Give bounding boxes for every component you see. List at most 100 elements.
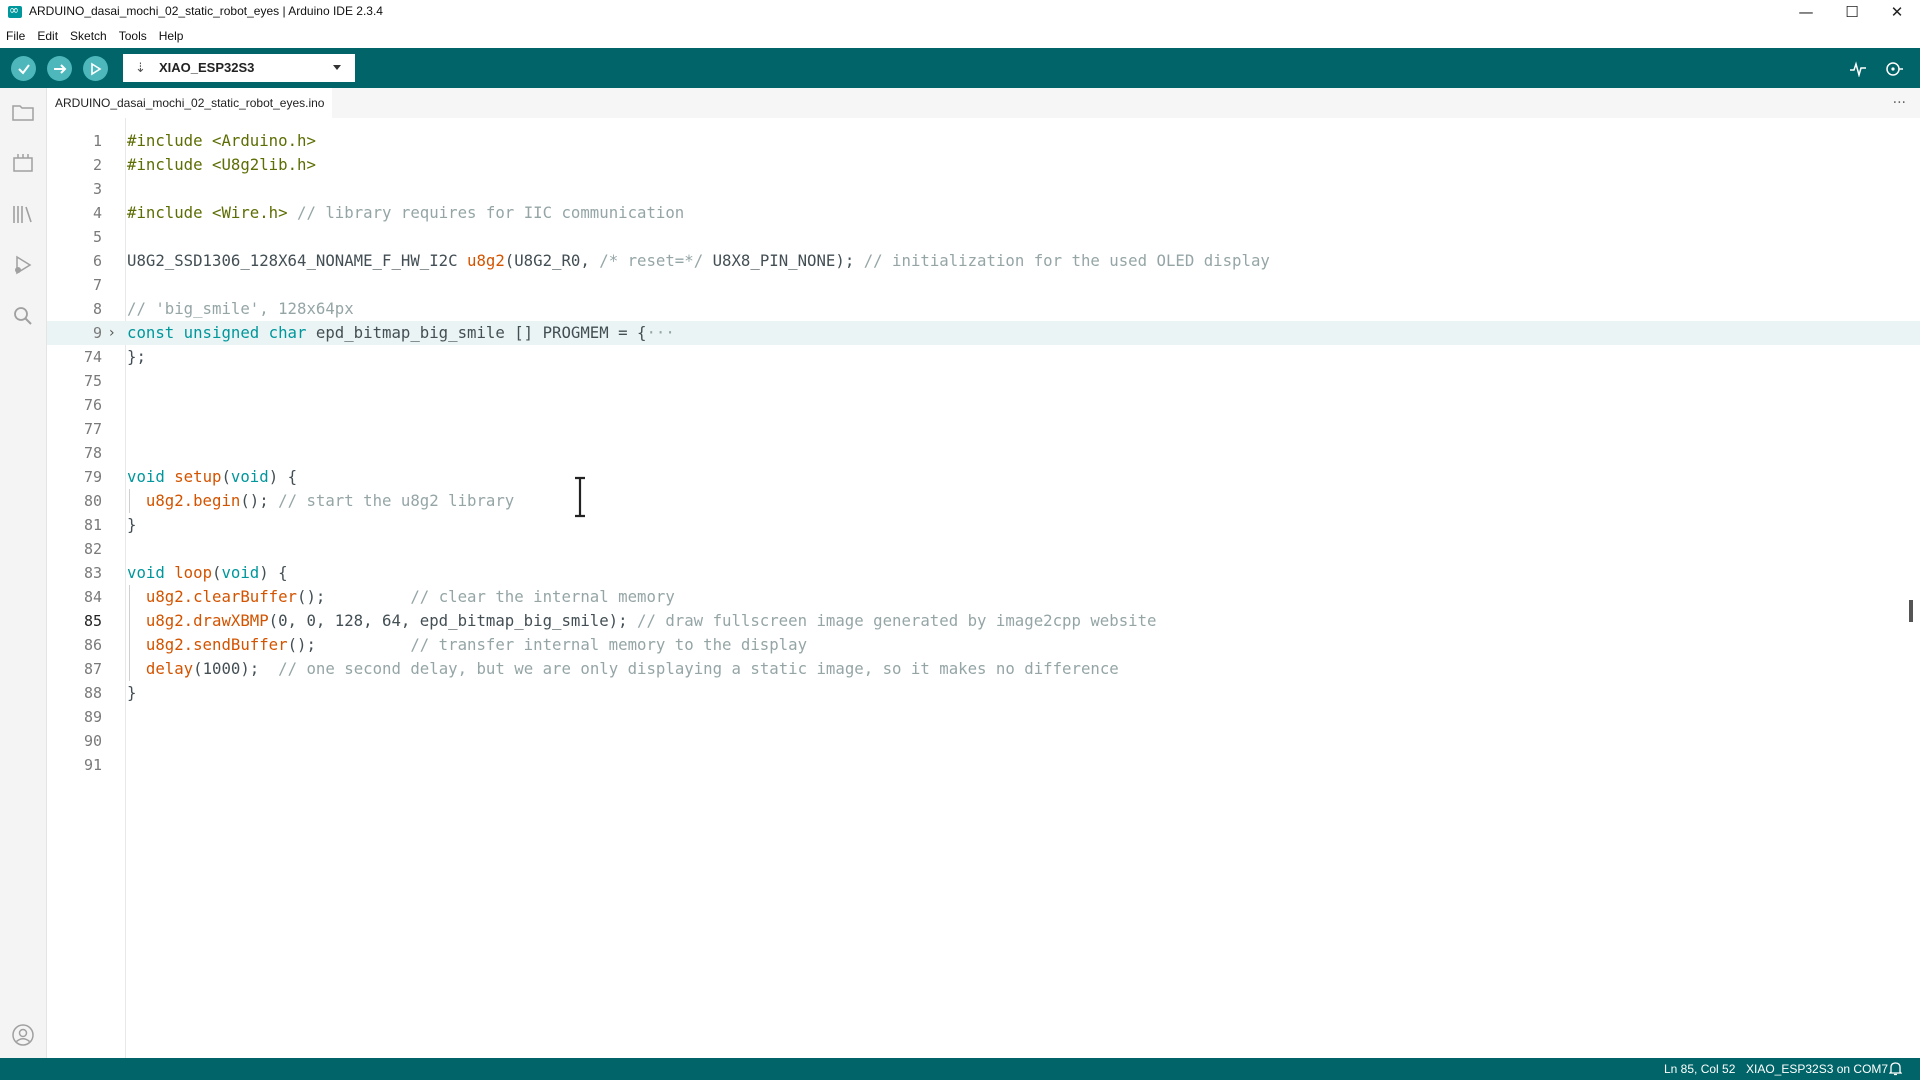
code-line[interactable]: 80 u8g2.begin(); // start the u8g2 libra… — [47, 489, 1920, 513]
serial-plotter-button[interactable] — [1847, 58, 1869, 80]
minimize-button[interactable]: — — [1783, 0, 1829, 24]
code-line[interactable]: 78 — [47, 441, 1920, 465]
code-line[interactable]: 5 — [47, 225, 1920, 249]
debug-icon — [90, 62, 102, 75]
menu-file[interactable]: File — [6, 29, 25, 43]
board-selector[interactable]: ⇣ XIAO_ESP32S3 — [123, 54, 355, 82]
line-number: 7 — [92, 276, 102, 294]
boards-manager-button[interactable] — [10, 150, 36, 176]
more-options-icon[interactable]: ··· — [1893, 95, 1906, 111]
line-number: 86 — [83, 636, 102, 654]
code-token: // start the u8g2 library — [278, 491, 515, 510]
code-line[interactable]: 77 — [47, 417, 1920, 441]
code-line[interactable]: 87 delay(1000); // one second delay, but… — [47, 657, 1920, 681]
code-token: void — [230, 467, 269, 486]
maximize-button[interactable]: ☐ — [1829, 0, 1875, 24]
text-cursor-icon — [575, 476, 585, 518]
code-text: void loop(void) { — [127, 561, 288, 585]
code-token: // library requires for IIC communicatio… — [287, 203, 685, 222]
code-line[interactable]: 3 — [47, 177, 1920, 201]
code-token: (); — [287, 635, 411, 654]
code-token: (1000); — [193, 659, 279, 678]
line-number: 91 — [83, 756, 102, 774]
code-line[interactable]: 8 // 'big_smile', 128x64px — [47, 297, 1920, 321]
code-token: ( — [221, 467, 231, 486]
cursor-position[interactable]: Ln 85, Col 52 — [1664, 1062, 1735, 1076]
code-token: // one second delay, but we are only dis… — [278, 659, 1119, 678]
serial-monitor-button[interactable] — [1883, 58, 1905, 80]
menu-sketch[interactable]: Sketch — [70, 29, 107, 43]
debug-panel-button[interactable] — [10, 252, 36, 278]
code-text: delay(1000); // one second delay, but we… — [127, 657, 1119, 681]
code-line[interactable]: 79 void setup(void) { — [47, 465, 1920, 489]
code-line[interactable]: 7 — [47, 273, 1920, 297]
title-bar: ARDUINO_dasai_mochi_02_static_robot_eyes… — [0, 0, 1920, 24]
code-token: (); — [297, 587, 411, 606]
upload-button[interactable] — [47, 56, 72, 81]
close-button[interactable]: ✕ — [1874, 0, 1920, 24]
board-manager-icon — [13, 154, 33, 172]
board-port-status[interactable]: XIAO_ESP32S3 on COM7 — [1746, 1062, 1888, 1076]
code-token: u8g2.sendBuffer — [145, 635, 288, 654]
library-icon — [13, 206, 32, 223]
code-text: } — [127, 513, 136, 537]
notifications-button[interactable] — [1888, 1061, 1903, 1079]
code-line[interactable]: 76 — [47, 393, 1920, 417]
code-token: <Arduino.h> — [212, 131, 316, 150]
code-line[interactable]: 82 — [47, 537, 1920, 561]
debug-icon — [15, 255, 32, 275]
account-button[interactable] — [10, 1022, 36, 1048]
menu-edit[interactable]: Edit — [37, 29, 58, 43]
library-manager-button[interactable] — [10, 201, 36, 227]
code-text: } — [127, 681, 136, 705]
code-token: loop — [174, 563, 213, 582]
search-button[interactable] — [10, 303, 36, 329]
code-line[interactable]: 4 #include <Wire.h> // library requires f… — [47, 201, 1920, 225]
code-line[interactable]: 6 U8G2_SSD1306_128X64_NONAME_F_HW_I2C u8g… — [47, 249, 1920, 273]
code-line[interactable]: 2 #include <U8g2lib.h> — [47, 153, 1920, 177]
fold-chevron-icon[interactable]: › — [109, 321, 115, 345]
code-line[interactable]: 86 u8g2.sendBuffer(); // transfer intern… — [47, 633, 1920, 657]
tab-label: ARDUINO_dasai_mochi_02_static_robot_eyes… — [55, 96, 325, 110]
code-text: void setup(void) { — [127, 465, 297, 489]
code-text: u8g2.clearBuffer(); // clear the interna… — [127, 585, 675, 609]
code-line[interactable]: 74}; — [47, 345, 1920, 369]
code-token: u8g2.clearBuffer — [145, 587, 298, 606]
code-line[interactable]: 9 › const unsigned char epd_bitmap_big_smi… — [47, 321, 1920, 345]
search-icon — [14, 307, 32, 325]
code-line[interactable]: 1 #include <Arduino.h> — [47, 129, 1920, 153]
sketchbook-button[interactable] — [10, 99, 36, 125]
arrow-right-icon — [53, 63, 66, 74]
line-number: 81 — [83, 516, 102, 534]
code-line[interactable]: 85 u8g2.drawXBMP(0, 0, 128, 64, epd_bitm… — [47, 609, 1920, 633]
line-number: 82 — [83, 540, 102, 558]
code-line[interactable]: 81} — [47, 513, 1920, 537]
bell-icon — [1888, 1062, 1903, 1076]
check-icon — [17, 63, 30, 75]
debug-button[interactable] — [83, 56, 108, 81]
verify-button[interactable] — [11, 56, 36, 81]
code-line[interactable]: 75 — [47, 369, 1920, 393]
code-token: <U8g2lib.h> — [212, 155, 316, 174]
code-line[interactable]: 89 — [47, 705, 1920, 729]
code-text: #include <Arduino.h> — [127, 129, 316, 153]
code-line[interactable]: 88} — [47, 681, 1920, 705]
line-number: 2 — [92, 156, 102, 174]
line-number: 89 — [83, 708, 102, 726]
tab-sketch-file[interactable]: ARDUINO_dasai_mochi_02_static_robot_eyes… — [47, 88, 333, 118]
code-line[interactable]: 84 u8g2.clearBuffer(); // clear the inte… — [47, 585, 1920, 609]
code-editor[interactable]: 1 #include <Arduino.h> 2 #include <U8g2lib.… — [47, 118, 1920, 1058]
line-number: 78 — [83, 444, 102, 462]
menu-help[interactable]: Help — [159, 29, 184, 43]
line-number: 6 — [92, 252, 102, 270]
line-number: 5 — [92, 228, 102, 246]
code-token: /* reset=*/ — [599, 251, 704, 270]
code-line[interactable]: 90 — [47, 729, 1920, 753]
menu-tools[interactable]: Tools — [119, 29, 147, 43]
code-line[interactable]: 91 — [47, 753, 1920, 777]
code-line[interactable]: 83 void loop(void) { — [47, 561, 1920, 585]
line-number: 88 — [83, 684, 102, 702]
code-token: #include — [127, 131, 213, 150]
code-token: void — [221, 563, 260, 582]
